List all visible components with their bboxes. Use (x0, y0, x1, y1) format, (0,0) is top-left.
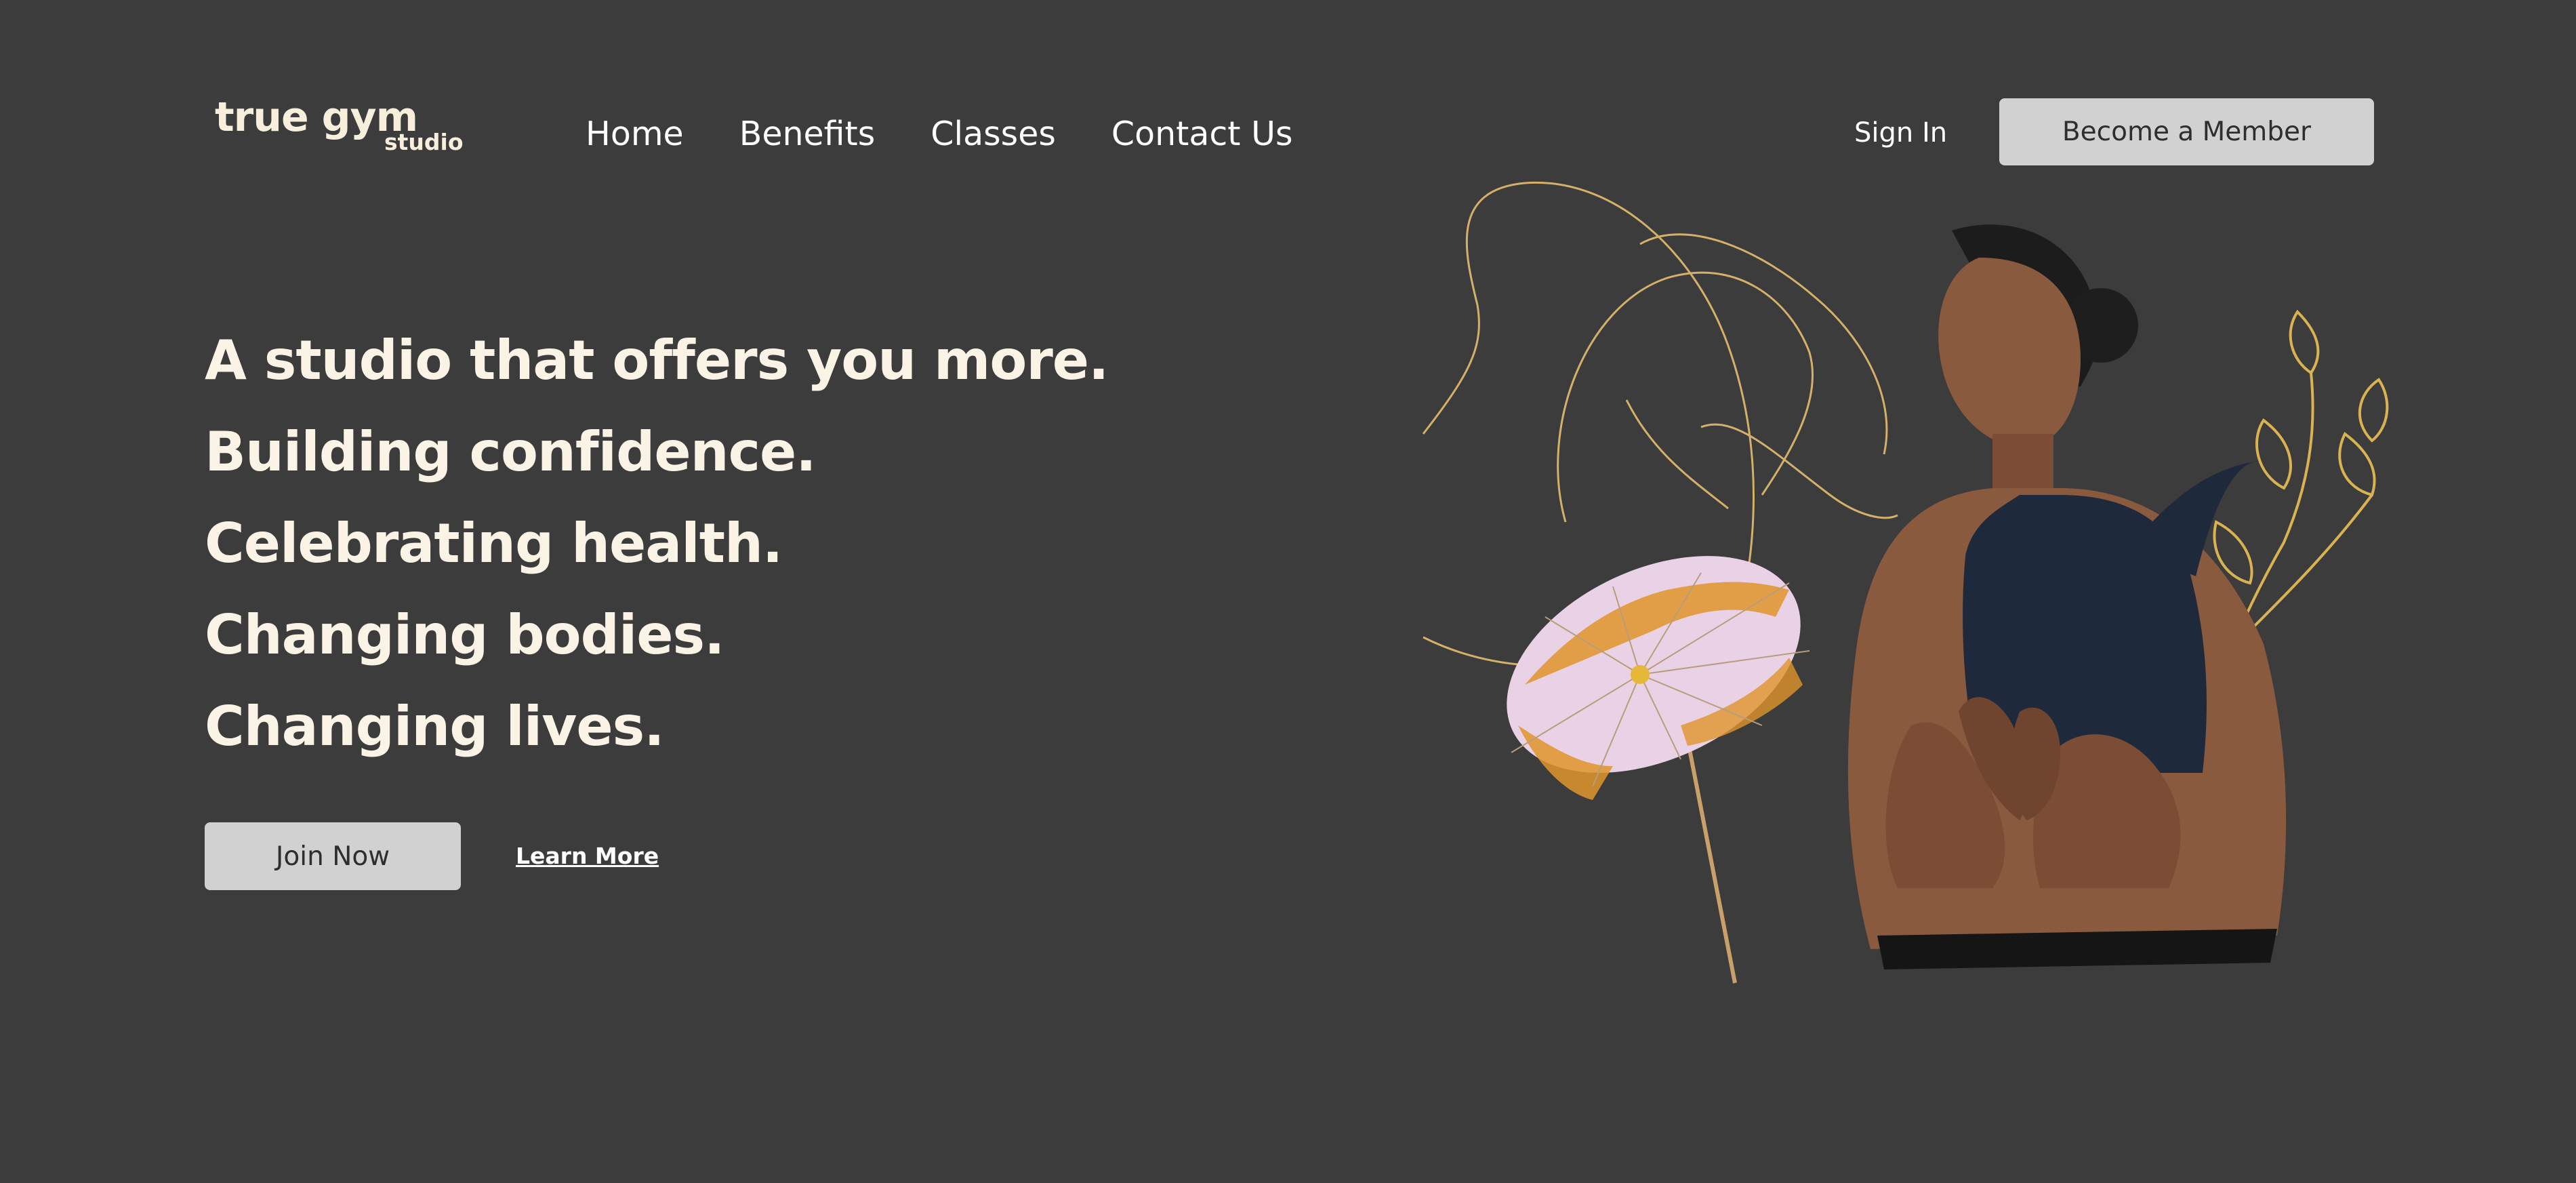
sign-in-link[interactable]: Sign In (1854, 113, 1947, 153)
nav-home[interactable]: Home (586, 115, 684, 153)
logo-subtitle: studio (384, 129, 464, 155)
become-member-button[interactable]: Become a Member (1999, 98, 2374, 165)
athlete-figure (1847, 224, 2287, 969)
hero-headline: A studio that offers you more. Building … (205, 315, 1109, 772)
headline-line-2: Building confidence. (205, 420, 817, 483)
headline-line-4: Changing bodies. (205, 603, 725, 666)
headline-line-3: Celebrating health. (205, 512, 783, 575)
nav-classes[interactable]: Classes (931, 115, 1056, 153)
learn-more-link[interactable]: Learn More (516, 839, 659, 873)
hero-illustration (1422, 181, 2389, 984)
headline-line-1: A studio that offers you more. (205, 329, 1109, 392)
nav-benefits[interactable]: Benefits (739, 115, 876, 153)
main-nav: Home Benefits Classes Contact Us (586, 110, 1349, 157)
nav-contact-us[interactable]: Contact Us (1111, 115, 1293, 153)
join-now-button[interactable]: Join Now (205, 822, 461, 890)
logo[interactable]: true gym studio (215, 94, 472, 161)
lotus-leaf-icon (1507, 556, 1810, 984)
headline-line-5: Changing lives. (205, 695, 665, 758)
